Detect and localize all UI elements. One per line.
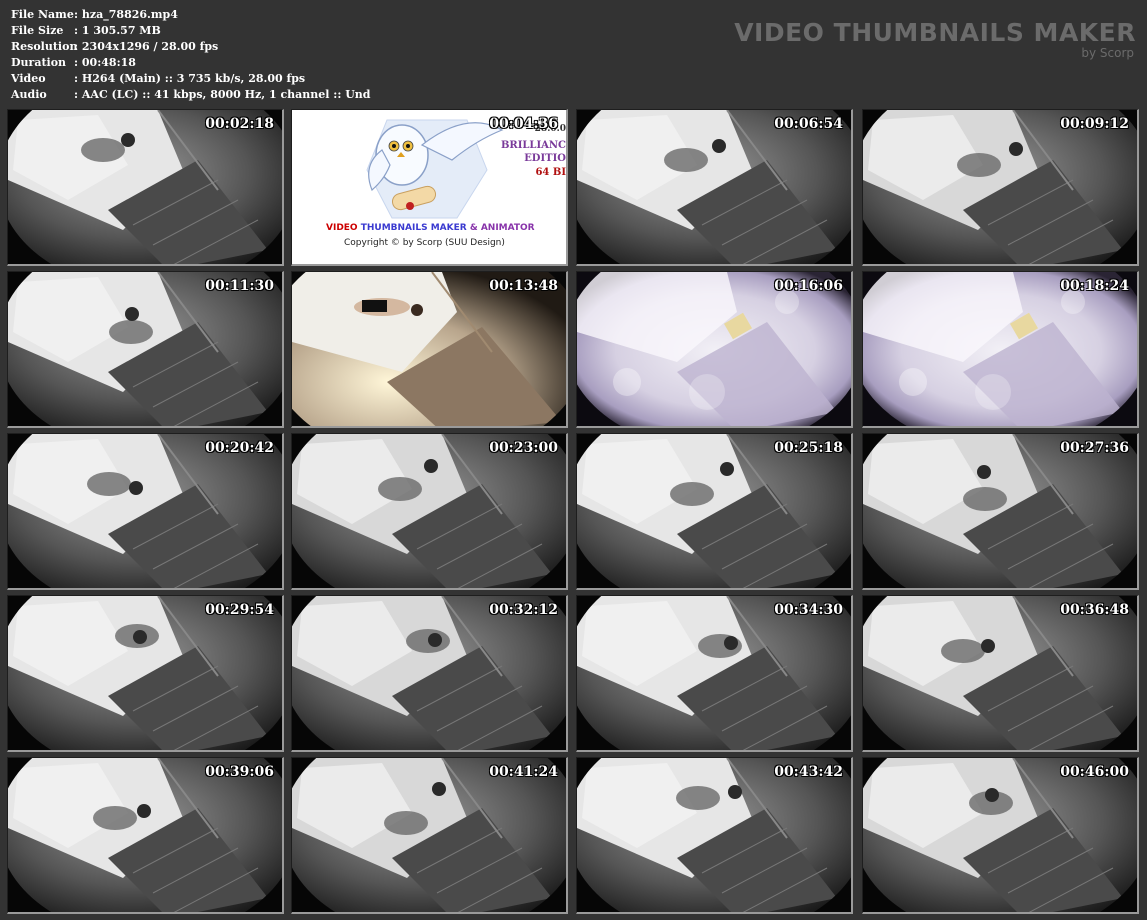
thumbnail-timestamp: 00:16:06 — [774, 278, 843, 294]
video-thumbnail: 00:16:06 — [576, 271, 853, 428]
thumbnail-timestamp: 00:32:12 — [489, 602, 558, 618]
logo-word-thumbnails-maker: THUMBNAILS MAKER — [357, 223, 467, 233]
video-thumbnail: 00:06:54 — [576, 109, 853, 266]
thumbnail-frame-image — [863, 434, 1137, 588]
video-thumbnail: 00:11:30 — [7, 271, 284, 428]
video-thumbnail: 00:39:06 — [7, 757, 284, 914]
video-thumbnail: 00:13:48 — [291, 271, 568, 428]
video-thumbnail: 00:32:12 — [291, 595, 568, 752]
thumbnail-timestamp: 00:46:00 — [1060, 764, 1129, 780]
thumbnail-frame-image — [863, 758, 1137, 912]
video-thumbnail: 00:09:12 — [862, 109, 1139, 266]
thumbnail-timestamp: 00:04:36 — [489, 116, 558, 132]
thumbnail-timestamp: 00:25:18 — [774, 440, 843, 456]
video-thumbnail: 00:34:30 — [576, 595, 853, 752]
thumbnail-frame-image — [292, 758, 566, 912]
video-thumbnail: 00:46:00 — [862, 757, 1139, 914]
thumbnail-timestamp: 00:34:30 — [774, 602, 843, 618]
thumbnail-frame-image — [8, 110, 282, 264]
logo-edition-name: BRILLIANC — [500, 140, 566, 151]
thumbnail-timestamp: 00:18:24 — [1060, 278, 1129, 294]
logo-copyright: Copyright © by Scorp (SUU Design) — [344, 238, 505, 248]
thumbnail-frame-image — [8, 758, 282, 912]
thumbnail-timestamp: 00:41:24 — [489, 764, 558, 780]
thumbnail-frame-image — [577, 758, 851, 912]
video-thumbnail: 00:20:42 — [7, 433, 284, 590]
thumbnail-frame-image — [863, 110, 1137, 264]
thumbnail-frame-image — [8, 596, 282, 750]
thumbnail-timestamp: 00:23:00 — [489, 440, 558, 456]
logo-product-name: VIDEO THUMBNAILS MAKER & ANIMATOR — [326, 223, 535, 233]
video-thumbnail: 00:27:36 — [862, 433, 1139, 590]
thumbnail-frame-image — [8, 434, 282, 588]
video-thumbnail: 00:23:00 — [291, 433, 568, 590]
video-thumbnail: 00:02:18 — [7, 109, 284, 266]
thumbnail-timestamp: 00:13:48 — [489, 278, 558, 294]
video-thumbnail: 00:25:18 — [576, 433, 853, 590]
logo-edition-word: EDITIO — [524, 153, 566, 164]
video-thumbnail: 00:18:24 — [862, 271, 1139, 428]
thumbnail-frame-image — [863, 596, 1137, 750]
thumbnail-frame-image — [577, 272, 851, 426]
thumbnail-timestamp: 00:39:06 — [205, 764, 274, 780]
thumbnail-frame-image — [577, 596, 851, 750]
video-thumbnail: 00:43:42 — [576, 757, 853, 914]
thumbnail-timestamp: 00:02:18 — [205, 116, 274, 132]
logo-edition-bits: 64 BI — [535, 167, 566, 178]
logo-product-name-main: VIDEO THUMBNAILS MAKER — [326, 223, 467, 233]
thumbnail-timestamp: 00:06:54 — [774, 116, 843, 132]
thumbnail-frame-image — [577, 434, 851, 588]
logo-product-name-animator: & ANIMATOR — [466, 223, 535, 233]
thumbnail-timestamp: 00:11:30 — [205, 278, 274, 294]
thumbnail-timestamp: 00:20:42 — [205, 440, 274, 456]
thumbnail-frame-image — [292, 596, 566, 750]
thumbnail-frame-image — [863, 272, 1137, 426]
thumbnail-timestamp: 00:27:36 — [1060, 440, 1129, 456]
thumbnail-frame-image — [577, 110, 851, 264]
thumbnail-timestamp: 00:43:42 — [774, 764, 843, 780]
thumbnail-timestamp: 00:09:12 — [1060, 116, 1129, 132]
thumbnail-frame-image — [292, 434, 566, 588]
thumbnail-timestamp: 00:36:48 — [1060, 602, 1129, 618]
video-thumbnail: 00:29:54 — [7, 595, 284, 752]
thumbnail-frame-image — [8, 272, 282, 426]
video-thumbnail: 28.0.0 BRILLIANC EDITIO 64 BI VIDEO THUMBNAI… — [291, 109, 568, 266]
thumbnail-grid: 00:02:18 28.0.0 BRILLIANC EDITIO 64 BI VIDEO… — [0, 0, 1147, 920]
thumbnail-frame-image — [292, 272, 566, 426]
logo-word-video: VIDEO — [326, 223, 358, 233]
thumbnail-timestamp: 00:29:54 — [205, 602, 274, 618]
video-thumbnail: 00:36:48 — [862, 595, 1139, 752]
video-thumbnail: 00:41:24 — [291, 757, 568, 914]
